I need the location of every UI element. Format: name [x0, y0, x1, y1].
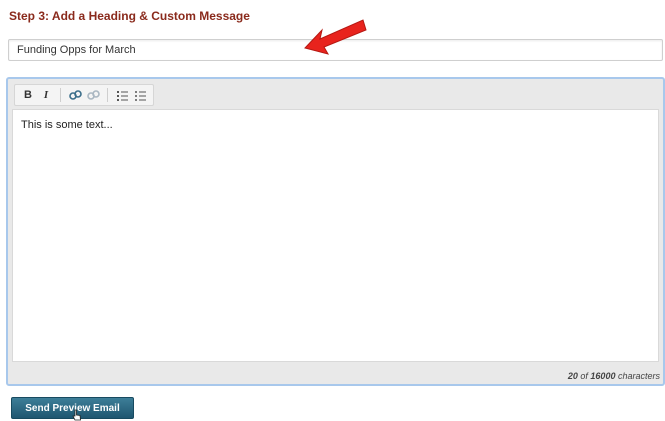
editor-toolbar: B I — [14, 84, 154, 106]
ordered-list-button[interactable] — [114, 87, 130, 103]
bold-button[interactable]: B — [20, 87, 36, 103]
link-icon — [68, 89, 82, 100]
counter-of: of — [580, 371, 588, 381]
toolbar-divider — [60, 88, 61, 102]
counter-unit: characters — [617, 371, 660, 381]
character-count: 20 — [567, 371, 578, 381]
unordered-list-icon — [134, 90, 146, 101]
message-editor: B I This is some text... 20 of 16000 cha… — [6, 77, 665, 386]
unordered-list-button[interactable] — [132, 87, 148, 103]
character-counter: 20 of 16000 characters — [568, 371, 660, 381]
link-button[interactable] — [67, 87, 83, 103]
unlink-button[interactable] — [85, 87, 101, 103]
editor-content[interactable]: This is some text... — [12, 109, 659, 362]
hand-cursor-icon — [72, 409, 81, 421]
toolbar-divider — [107, 88, 108, 102]
unlink-icon — [86, 89, 100, 100]
ordered-list-icon — [116, 90, 128, 101]
character-limit: 16000 — [590, 371, 616, 381]
italic-button[interactable]: I — [38, 87, 54, 103]
red-arrow-icon — [304, 19, 367, 55]
step-title: Step 3: Add a Heading & Custom Message — [9, 9, 250, 23]
bold-icon: B — [24, 89, 32, 101]
italic-icon: I — [43, 89, 49, 101]
